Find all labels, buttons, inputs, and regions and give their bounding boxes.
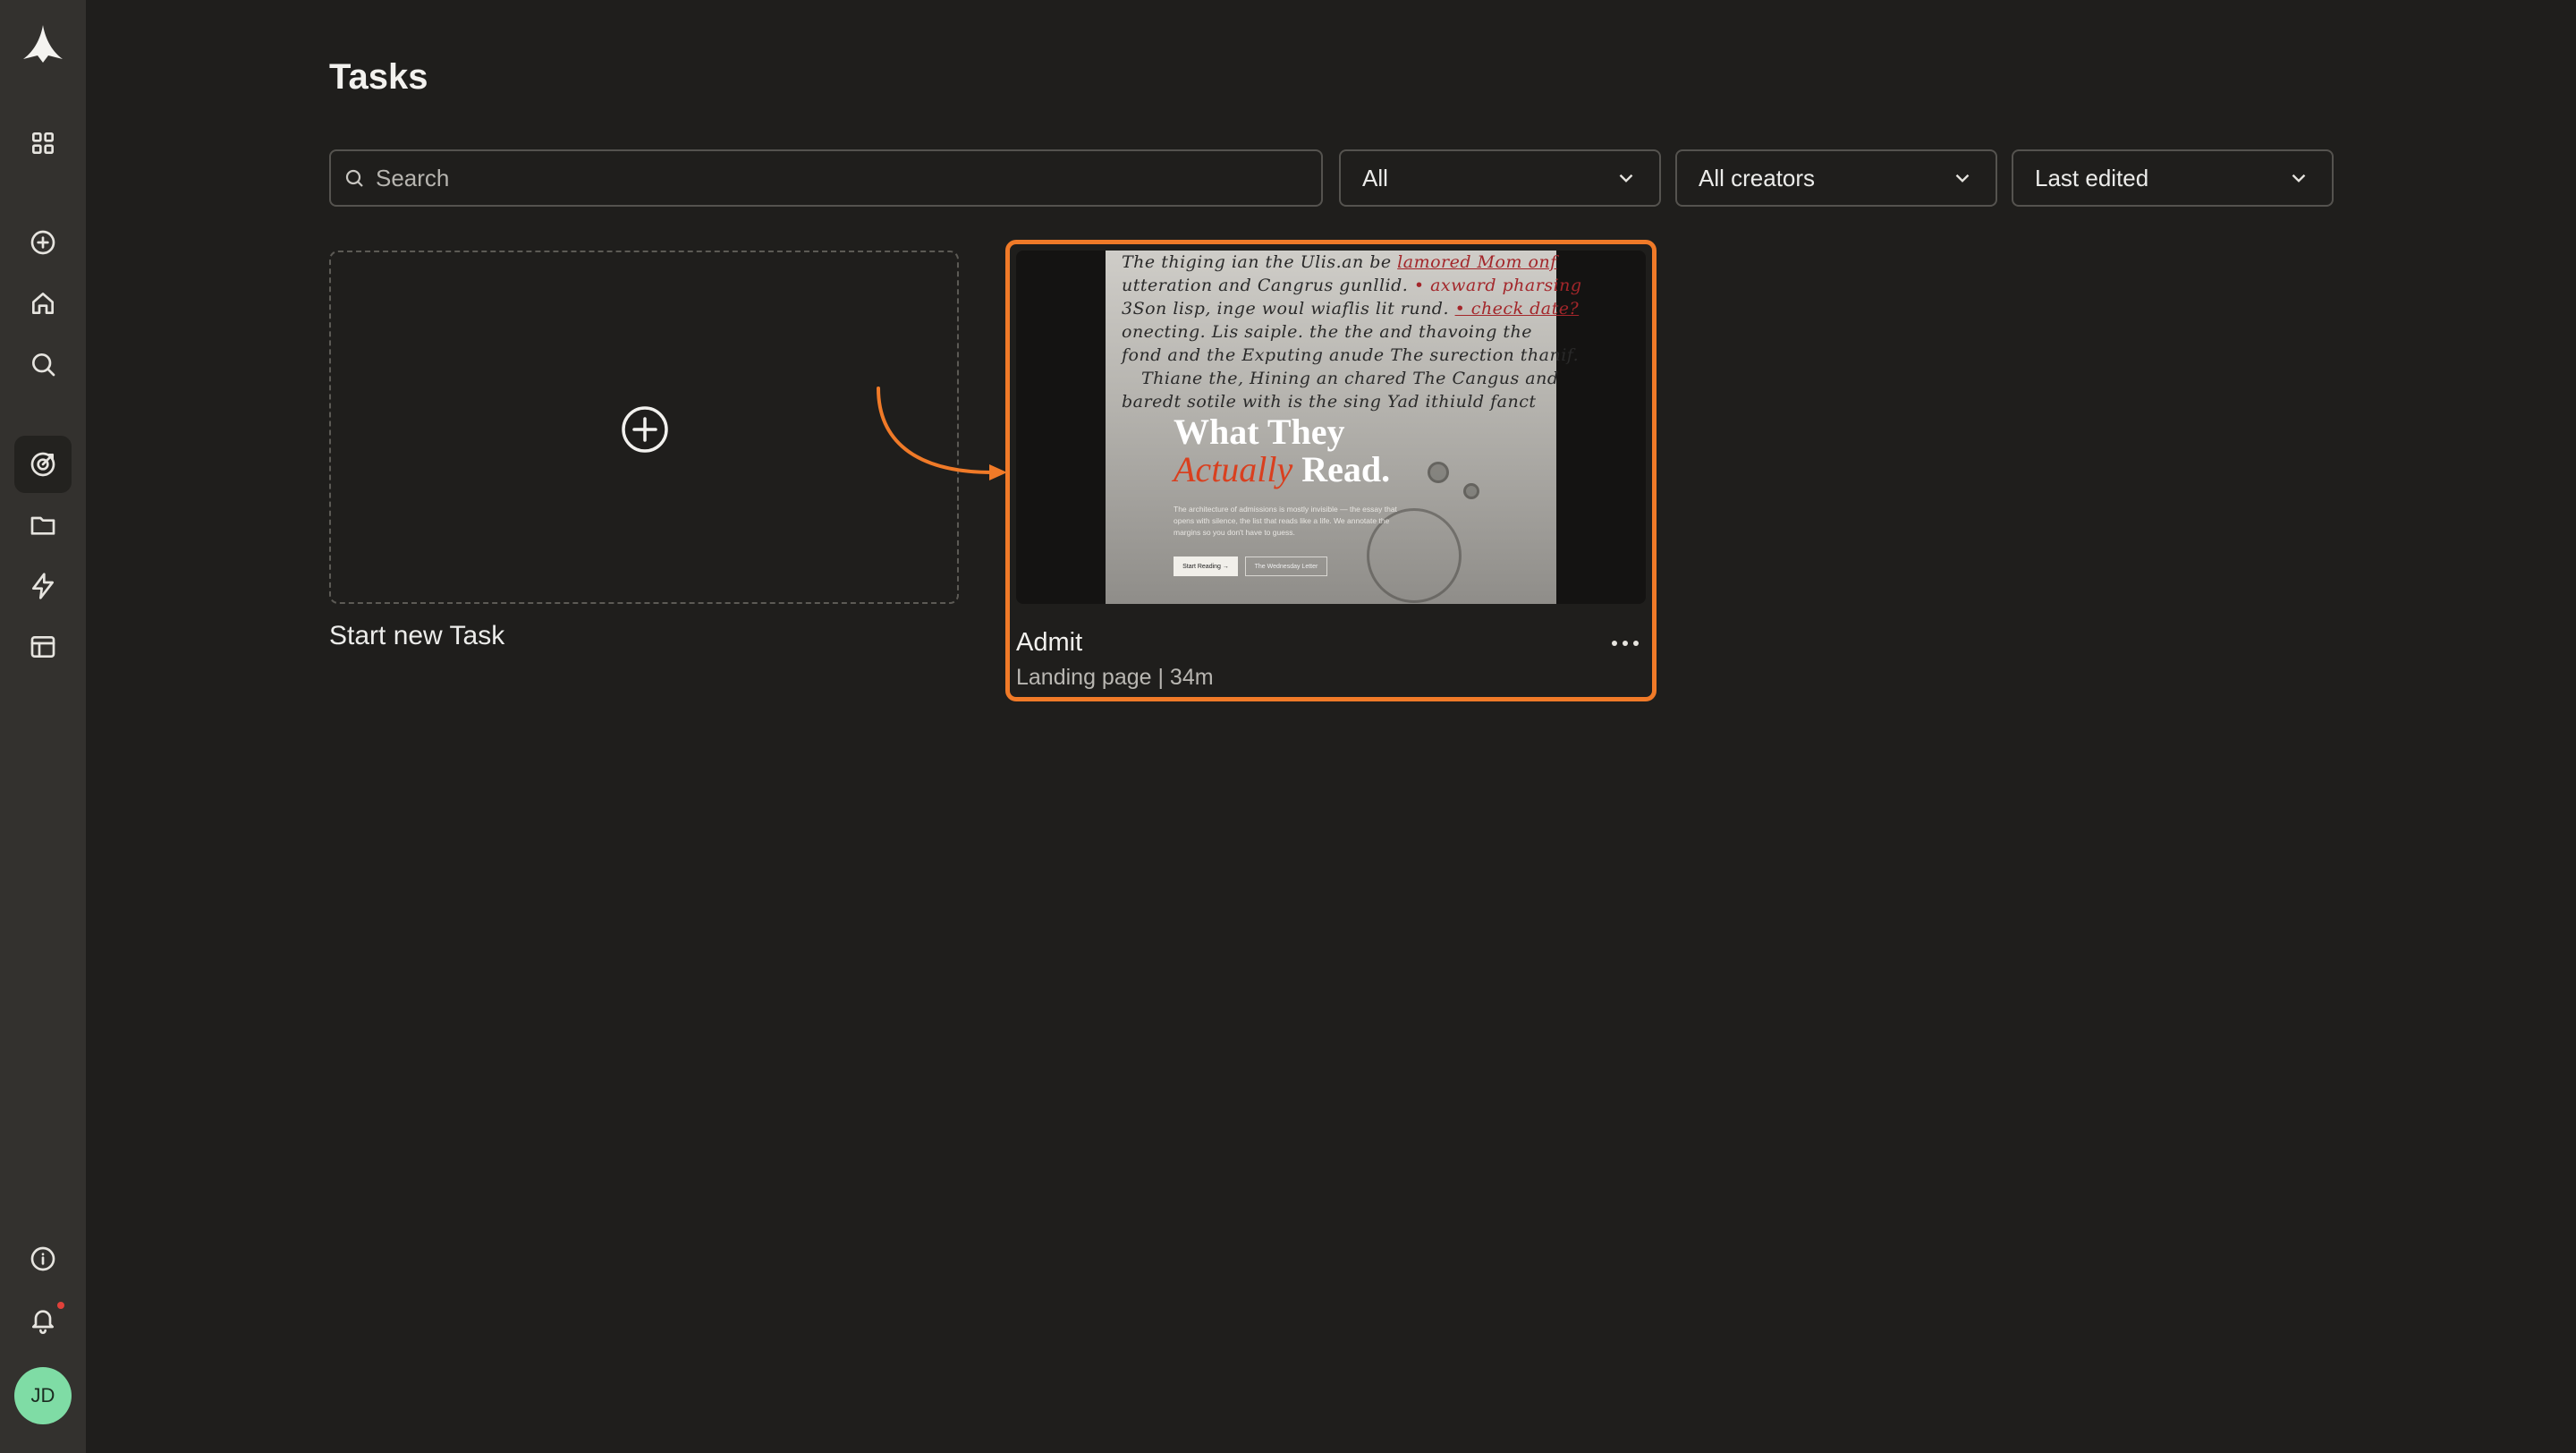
sort-value: Last edited [2035,164,2149,191]
chevron-down-icon [1955,174,1970,183]
thumbnail-primary-button: Start Reading → [1174,557,1238,576]
type-filter-dropdown[interactable]: All [1339,149,1661,207]
task-meta: Landing page | 34m [1016,665,1214,690]
thumbnail-handwriting: baredt sotile with is the sing Yad ithiu… [1122,392,1537,412]
type-filter-value: All [1362,164,1388,191]
page-title: Tasks [329,57,428,97]
tasks-target-icon[interactable] [14,436,72,493]
notification-dot [57,1302,64,1309]
thumbnail-secondary-button: The Wednesday Letter [1245,557,1327,576]
thumbnail-handwriting: onecting. Lis saiple. the the and thavoi… [1122,322,1533,342]
user-avatar[interactable]: JD [14,1367,72,1424]
apps-grid-icon[interactable] [14,115,72,172]
search-box[interactable] [329,149,1323,207]
more-options-icon[interactable] [1609,633,1641,654]
coffee-stain [1428,462,1449,483]
task-card[interactable]: The thiging ian the Ulis.an be lamored M… [1005,240,1657,701]
search-icon[interactable] [14,336,72,393]
home-icon[interactable] [14,275,72,332]
chevron-down-icon [2292,174,2306,183]
task-thumbnail: The thiging ian the Ulis.an be lamored M… [1016,251,1646,604]
annotation-arrow-icon [877,387,1007,480]
thumbnail-handwriting: The thiging ian the Ulis.an be lamored M… [1122,252,1557,272]
chevron-down-icon [1619,174,1633,183]
start-new-task-label[interactable]: Start new Task [329,621,504,651]
thumbnail-handwriting: Thiane the, Hining an chared The Cangus … [1141,369,1559,388]
thumbnail-handwriting: fond and the Exputing anude The surectio… [1122,345,1580,365]
layout-icon[interactable] [14,618,72,676]
thumbnail-handwriting: utteration and Cangrus gunllid. • axward… [1122,276,1582,295]
sidebar: JD [0,0,86,1453]
search-input[interactable] [374,163,1272,193]
new-plus-icon[interactable] [14,214,72,271]
info-icon[interactable] [14,1230,72,1287]
add-circle-icon [622,406,668,453]
notifications-bell-icon[interactable] [14,1291,72,1348]
thumbnail-headline: What They Actually Read. [1174,412,1391,489]
folder-icon[interactable] [14,497,72,554]
task-name: Admit [1016,628,1083,657]
sort-dropdown[interactable]: Last edited [2012,149,2334,207]
app-logo[interactable] [21,23,64,64]
coffee-stain [1463,483,1479,499]
search-icon [345,169,363,187]
lightning-icon[interactable] [14,557,72,615]
creators-filter-value: All creators [1699,164,1816,191]
creators-filter-dropdown[interactable]: All creators [1675,149,1997,207]
thumbnail-handwriting: 3Son lisp, inge woul wiaflis lit rund. •… [1122,299,1580,319]
thumbnail-description: The architecture of admissions is mostly… [1174,505,1397,537]
